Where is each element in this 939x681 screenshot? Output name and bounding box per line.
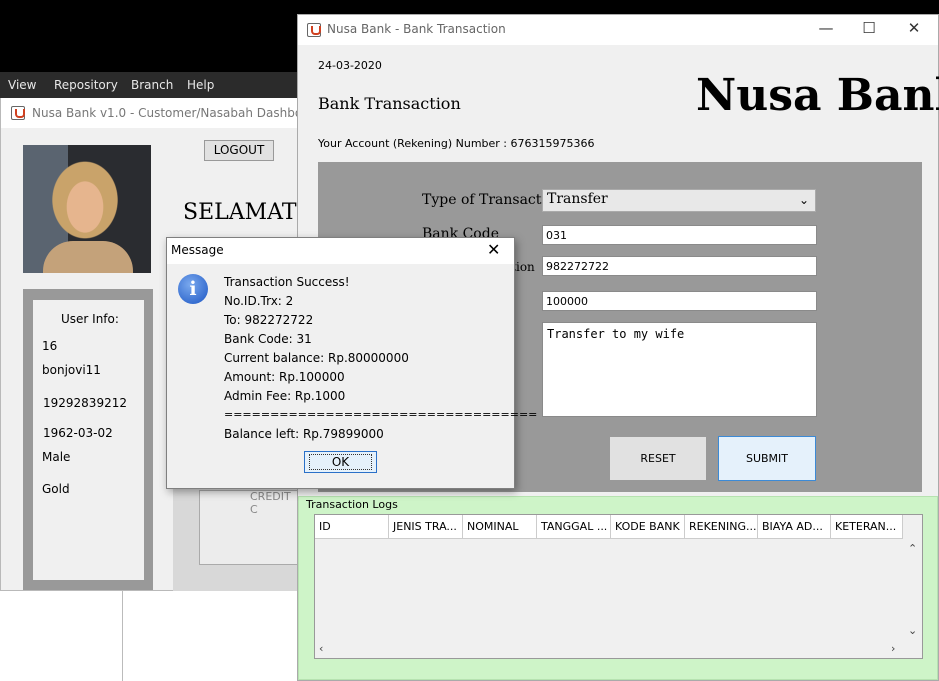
column-header-keterangan[interactable]: KETERAN... xyxy=(831,515,903,539)
user-birthdate: 1962-03-02 xyxy=(43,426,113,440)
message-line-amount: Amount: Rp.100000 xyxy=(224,370,345,384)
user-username: bonjovi11 xyxy=(42,363,101,377)
dashboard-titlebar: Nusa Bank v1.0 - Customer/Nasabah Dashbo… xyxy=(1,98,322,128)
dialog-titlebar: Message ✕ xyxy=(167,238,514,264)
menu-view[interactable]: View xyxy=(8,78,36,92)
dialog-title: Message xyxy=(171,243,224,257)
scroll-down-icon[interactable]: ⌄ xyxy=(908,624,917,637)
user-tier: Gold xyxy=(42,482,70,496)
greeting-text: SELAMAT xyxy=(183,200,297,225)
column-header-tanggal[interactable]: TANGGAL ... xyxy=(537,515,611,539)
submit-button[interactable]: SUBMIT xyxy=(718,436,816,481)
menu-repository[interactable]: Repository xyxy=(54,78,118,92)
brand-logo-text: Nusa Bank xyxy=(696,70,939,121)
menu-help[interactable]: Help xyxy=(187,78,214,92)
message-line-admin-fee: Admin Fee: Rp.1000 xyxy=(224,389,346,403)
account-number: 676315975366 xyxy=(510,137,595,150)
menu-branch[interactable]: Branch xyxy=(131,78,173,92)
user-id: 16 xyxy=(42,339,58,353)
destination-field[interactable]: 982272722 xyxy=(542,256,817,276)
ok-button[interactable]: OK xyxy=(304,451,377,473)
user-info-heading: User Info: xyxy=(61,312,119,326)
message-line-status: Transaction Success! xyxy=(224,275,350,289)
scroll-up-icon[interactable]: ⌃ xyxy=(908,542,917,555)
amount-field[interactable]: 100000 xyxy=(542,291,817,311)
maximize-icon[interactable]: ☐ xyxy=(849,19,889,37)
transaction-date: 24-03-2020 xyxy=(318,59,382,72)
account-label: Your Account (Rekening) Number : xyxy=(318,137,508,150)
column-header-nominal[interactable]: NOMINAL xyxy=(463,515,537,539)
message-line-to: To: 982272722 xyxy=(224,313,314,327)
vertical-scrollbar[interactable]: ⌃ ⌄ xyxy=(904,540,921,642)
type-selected-value: Transfer xyxy=(547,191,608,207)
note-textarea[interactable]: Transfer to my wife xyxy=(542,322,817,417)
user-info-panel: User Info: 16 bonjovi11 19292839212 1962… xyxy=(33,300,144,580)
dashboard-title: Nusa Bank v1.0 - Customer/Nasabah Dashbo… xyxy=(32,106,322,120)
transaction-type-select[interactable]: Transfer ⌄ xyxy=(542,189,816,212)
chevron-down-icon: ⌄ xyxy=(798,193,809,207)
message-line-separator: ================================== xyxy=(224,408,538,421)
ok-button-label: OK xyxy=(308,454,373,470)
page-title: Bank Transaction xyxy=(318,94,461,113)
column-header-id[interactable]: ID xyxy=(315,515,389,539)
user-number: 19292839212 xyxy=(43,396,127,410)
message-line-bank-code: Bank Code: 31 xyxy=(224,332,312,346)
message-line-balance: Current balance: Rp.80000000 xyxy=(224,351,409,365)
column-header-biaya[interactable]: BIAYA AD... xyxy=(758,515,831,539)
minimize-icon[interactable]: — xyxy=(806,19,846,37)
scroll-right-icon[interactable]: › xyxy=(891,642,895,655)
info-icon: i xyxy=(178,274,208,304)
column-header-jenis[interactable]: JENIS TRA... xyxy=(389,515,463,539)
account-line: Your Account (Rekening) Number : 6763159… xyxy=(318,137,595,150)
credit-label: CREDIT C xyxy=(250,490,291,516)
message-line-trx-id: No.ID.Trx: 2 xyxy=(224,294,294,308)
java-app-icon xyxy=(307,23,321,37)
close-icon[interactable]: ✕ xyxy=(487,240,500,259)
transaction-titlebar: Nusa Bank - Bank Transaction — ☐ ✕ xyxy=(298,15,938,45)
window-edge xyxy=(122,591,134,681)
message-line-balance-left: Balance left: Rp.79899000 xyxy=(224,427,384,441)
logout-button[interactable]: LOGOUT xyxy=(204,140,274,161)
java-app-icon xyxy=(11,106,25,120)
column-header-kode-bank[interactable]: KODE BANK xyxy=(611,515,685,539)
column-header-rekening[interactable]: REKENING... xyxy=(685,515,758,539)
horizontal-scrollbar[interactable]: ‹ › xyxy=(315,642,904,658)
message-dialog: Message ✕ i Transaction Success! No.ID.T… xyxy=(166,237,537,489)
user-gender: Male xyxy=(42,450,71,464)
scroll-left-icon[interactable]: ‹ xyxy=(319,642,323,655)
logs-table[interactable]: ID JENIS TRA... NOMINAL TANGGAL ... KODE… xyxy=(314,514,923,659)
close-icon[interactable]: ✕ xyxy=(894,19,934,37)
transaction-title: Nusa Bank - Bank Transaction xyxy=(327,22,506,36)
reset-button[interactable]: RESET xyxy=(609,436,707,481)
bank-code-field[interactable]: 031 xyxy=(542,225,817,245)
menubar: View Repository Branch Help xyxy=(0,72,300,98)
customer-photo xyxy=(23,145,151,273)
logs-title: Transaction Logs xyxy=(306,498,398,511)
